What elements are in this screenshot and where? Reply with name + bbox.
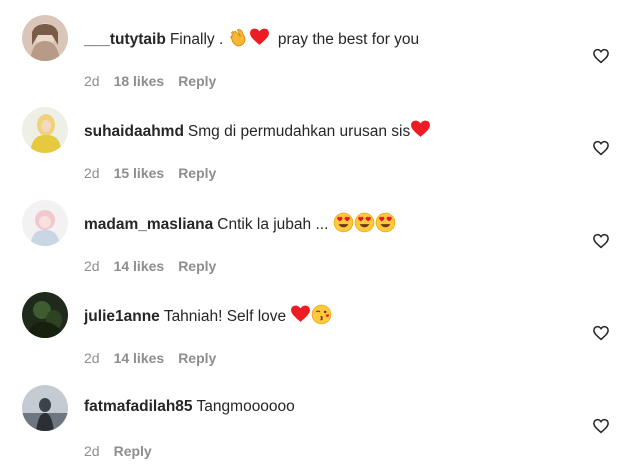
kissing-face-icon [311, 304, 332, 325]
comment-text: Finally . [169, 31, 224, 48]
likes-count[interactable]: 14 likes [114, 350, 165, 366]
comment-meta: 2d 14 likes Reply [84, 349, 230, 367]
comment-item: fatmafadilah85 Tangmoooooo 2d Reply [0, 385, 622, 474]
comment-username[interactable]: ___tutytaib [84, 31, 166, 48]
comment-text: Tahniah! Self love [163, 308, 287, 325]
reply-button[interactable]: Reply [178, 165, 216, 181]
comment-text: Tangmoooooo [196, 398, 295, 415]
comment-meta: 2d 18 likes Reply [84, 72, 230, 90]
like-heart-icon[interactable] [592, 139, 610, 157]
avatar[interactable] [22, 15, 68, 61]
avatar[interactable] [22, 385, 68, 431]
heart-eyes-icon [333, 212, 354, 233]
comment-age: 2d [84, 350, 100, 366]
clapping-hands-icon [228, 27, 249, 48]
comment-age: 2d [84, 443, 100, 459]
red-heart-icon [290, 304, 311, 325]
comment-meta: 2d Reply [84, 442, 166, 460]
comment-username[interactable]: fatmafadilah85 [84, 398, 193, 415]
comment-text: Cntik la jubah ... [217, 216, 329, 233]
comment-username[interactable]: julie1anne [84, 308, 160, 325]
comment-item: julie1anne Tahniah! Self love 2d 14 likes R… [0, 292, 622, 384]
red-heart-icon [249, 27, 270, 48]
comment-line: ___tutytaib Finally . pray the best for y… [84, 27, 419, 50]
like-heart-icon[interactable] [592, 232, 610, 250]
comment-meta: 2d 14 likes Reply [84, 257, 230, 275]
avatar[interactable] [22, 292, 68, 338]
likes-count[interactable]: 14 likes [114, 258, 165, 274]
comment-text-after: pray the best for you [277, 31, 420, 48]
comment-username[interactable]: madam_masliana [84, 216, 213, 233]
like-heart-icon[interactable] [592, 324, 610, 342]
avatar[interactable] [22, 200, 68, 246]
comment-line: julie1anne Tahniah! Self love [84, 304, 332, 327]
comment-item: suhaidaahmd Smg di permudahkan urusan sis… [0, 107, 622, 199]
reply-button[interactable]: Reply [178, 73, 216, 89]
reply-button[interactable]: Reply [178, 350, 216, 366]
likes-count[interactable]: 15 likes [114, 165, 165, 181]
comment-age: 2d [84, 73, 100, 89]
comment-text: Smg di permudahkan urusan sis [187, 123, 411, 140]
like-heart-icon[interactable] [592, 47, 610, 65]
red-heart-icon [410, 119, 431, 140]
comment-username[interactable]: suhaidaahmd [84, 123, 184, 140]
heart-eyes-icon [354, 212, 375, 233]
comment-line: fatmafadilah85 Tangmoooooo [84, 397, 295, 417]
avatar[interactable] [22, 107, 68, 153]
like-heart-icon[interactable] [592, 417, 610, 435]
comment-meta: 2d 15 likes Reply [84, 164, 230, 182]
comment-line: madam_masliana Cntik la jubah ... [84, 212, 396, 235]
reply-button[interactable]: Reply [114, 443, 152, 459]
heart-eyes-icon [375, 212, 396, 233]
likes-count[interactable]: 18 likes [114, 73, 165, 89]
comment-age: 2d [84, 258, 100, 274]
comment-age: 2d [84, 165, 100, 181]
comment-item: madam_masliana Cntik la jubah ... 2d 14 li… [0, 200, 622, 292]
reply-button[interactable]: Reply [178, 258, 216, 274]
comment-line: suhaidaahmd Smg di permudahkan urusan sis [84, 119, 431, 142]
comment-item: ___tutytaib Finally . pray the best for y… [0, 15, 622, 107]
